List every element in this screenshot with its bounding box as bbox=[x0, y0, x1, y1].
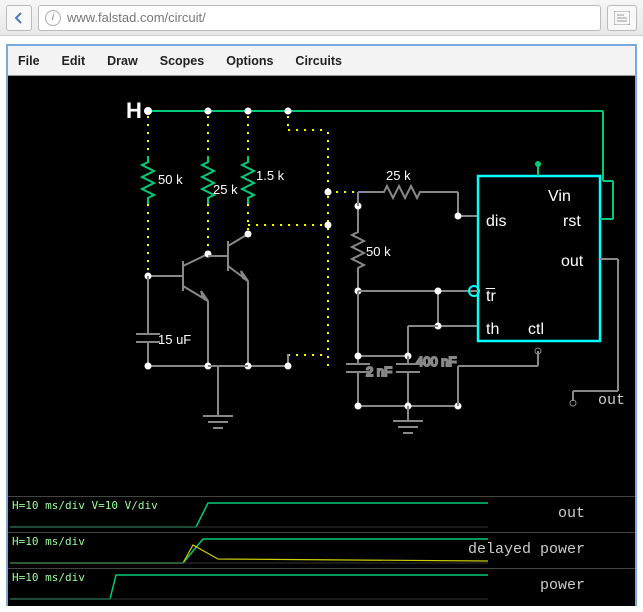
browser-toolbar: i www.falstad.com/circuit/ bbox=[0, 0, 643, 36]
menu-edit[interactable]: Edit bbox=[62, 54, 86, 68]
menu-circuits[interactable]: Circuits bbox=[295, 54, 342, 68]
circuit-canvas[interactable]: H 50 k bbox=[8, 76, 635, 496]
back-button[interactable] bbox=[6, 5, 32, 31]
svg-text:dis: dis bbox=[486, 213, 506, 230]
svg-text:25 k: 25 k bbox=[386, 168, 411, 183]
reader-mode-button[interactable] bbox=[607, 5, 637, 31]
svg-text:50 k: 50 k bbox=[158, 172, 183, 187]
scopes-panel: H=10 ms/div V=10 V/div out H=10 ms/div d… bbox=[8, 496, 635, 606]
svg-text:ctl: ctl bbox=[528, 321, 544, 338]
resistor-r5[interactable]: 50 k bbox=[352, 206, 391, 291]
scope-power[interactable]: H=10 ms/div power bbox=[8, 568, 635, 604]
svg-text:rst: rst bbox=[563, 213, 581, 230]
capacitor-c3[interactable]: 400 nF bbox=[396, 354, 457, 406]
scope-delayed-power[interactable]: H=10 ms/div delayed power bbox=[8, 532, 635, 568]
svg-text:Vin: Vin bbox=[548, 188, 571, 205]
svg-text:1.5 k: 1.5 k bbox=[256, 168, 285, 183]
rail-label: H bbox=[126, 98, 142, 123]
scope-name: out bbox=[558, 505, 585, 522]
resistor-r1[interactable]: 50 k bbox=[142, 156, 183, 204]
svg-text:25 k: 25 k bbox=[213, 182, 238, 197]
svg-text:out: out bbox=[561, 253, 584, 270]
transistor-q2[interactable] bbox=[208, 234, 248, 281]
output-wire[interactable] bbox=[573, 259, 618, 401]
capacitor-c2[interactable]: 2 nF bbox=[346, 356, 392, 406]
svg-text:th: th bbox=[486, 321, 499, 338]
output-label: out bbox=[598, 392, 625, 409]
scope-name: power bbox=[540, 577, 585, 594]
transistor-q1[interactable] bbox=[148, 254, 208, 301]
site-info-icon[interactable]: i bbox=[45, 10, 61, 26]
resistor-r3[interactable]: 1.5 k bbox=[242, 156, 285, 204]
svg-text:50 k: 50 k bbox=[366, 244, 391, 259]
url-text: www.falstad.com/circuit/ bbox=[67, 10, 206, 25]
menu-scopes[interactable]: Scopes bbox=[160, 54, 204, 68]
svg-text:tr: tr bbox=[486, 288, 496, 305]
menubar: File Edit Draw Scopes Options Circuits bbox=[8, 46, 635, 76]
url-bar[interactable]: i www.falstad.com/circuit/ bbox=[38, 5, 601, 31]
ground-left[interactable] bbox=[203, 366, 233, 428]
ground-right[interactable] bbox=[393, 406, 423, 433]
resistor-r4[interactable]: 25 k bbox=[378, 168, 426, 198]
menu-draw[interactable]: Draw bbox=[107, 54, 138, 68]
svg-text:2 nF: 2 nF bbox=[366, 364, 392, 379]
scope-out[interactable]: H=10 ms/div V=10 V/div out bbox=[8, 496, 635, 532]
menu-options[interactable]: Options bbox=[226, 54, 273, 68]
menu-file[interactable]: File bbox=[18, 54, 40, 68]
svg-text:400 nF: 400 nF bbox=[416, 354, 457, 369]
chip-555[interactable]: Vin dis rst out tr _ th ctl bbox=[478, 176, 600, 341]
scope-name: delayed power bbox=[468, 541, 585, 558]
circuit-simulator-app: File Edit Draw Scopes Options Circuits H bbox=[6, 44, 637, 606]
svg-text:15 uF: 15 uF bbox=[158, 332, 191, 347]
svg-text:_: _ bbox=[485, 273, 496, 290]
resistor-r2[interactable]: 25 k bbox=[202, 156, 238, 204]
